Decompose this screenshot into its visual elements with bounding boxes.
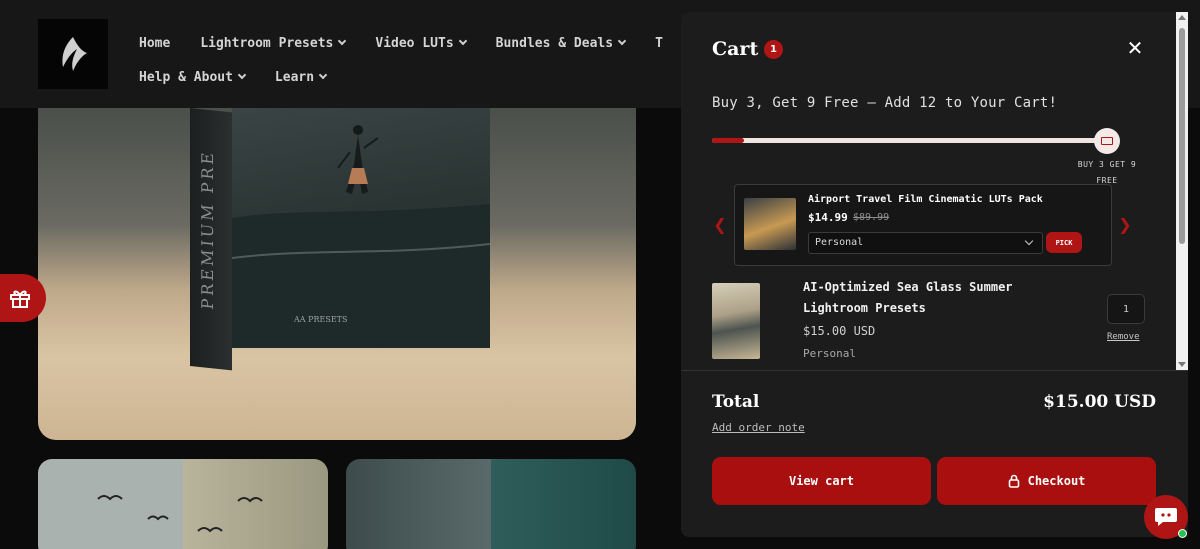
nav-item-help-about[interactable]: Help & About bbox=[139, 69, 247, 85]
nav-item-learn[interactable]: Learn bbox=[274, 69, 328, 85]
cart-title: Cart bbox=[712, 38, 759, 60]
nav-label: Bundles & Deals bbox=[495, 35, 614, 51]
chevron-down-icon bbox=[617, 36, 627, 46]
upsell-variant-value: Personal bbox=[815, 237, 864, 248]
main-nav: Home Lightroom Presets Video LUTs Bundle… bbox=[139, 26, 699, 94]
box-front: AA PRESETS bbox=[232, 108, 490, 348]
promo-progress-fill bbox=[712, 138, 744, 143]
nav-row-1: Home Lightroom Presets Video LUTs Bundle… bbox=[139, 26, 699, 60]
page: Home Lightroom Presets Video LUTs Bundle… bbox=[0, 0, 1200, 549]
chevron-down-icon bbox=[237, 70, 247, 80]
online-status-dot bbox=[1178, 529, 1187, 538]
pick-button[interactable]: PICK bbox=[1046, 232, 1082, 253]
nav-item-video-luts[interactable]: Video LUTs bbox=[375, 35, 467, 51]
thumbnail-sea-waves[interactable] bbox=[346, 459, 636, 549]
nav-row-2: Help & About Learn bbox=[139, 60, 699, 94]
upsell-compare-price: $89.99 bbox=[853, 212, 890, 223]
upsell-card: Airport Travel Film Cinematic LUTs Pack … bbox=[734, 184, 1112, 266]
wing-logo-icon bbox=[62, 37, 87, 71]
total-value: $15.00 USD bbox=[1043, 392, 1156, 412]
product-thumbnails bbox=[38, 459, 638, 549]
gift-badge[interactable] bbox=[0, 274, 46, 322]
scroll-down-arrow-icon[interactable] bbox=[1178, 362, 1186, 367]
woman-on-beach-illustration bbox=[232, 125, 490, 348]
nav-label: Home bbox=[139, 35, 171, 51]
chevron-right-icon[interactable]: ❯ bbox=[1118, 217, 1132, 233]
ticket-icon bbox=[1094, 128, 1120, 154]
nav-label: Video LUTs bbox=[375, 35, 454, 51]
promo-message: Buy 3, Get 9 Free – Add 12 to Your Cart! bbox=[712, 95, 1058, 111]
add-order-note-link[interactable]: Add order note bbox=[712, 421, 805, 434]
view-cart-label: View cart bbox=[788, 474, 855, 488]
nav-label: Help & About bbox=[139, 69, 233, 85]
box-brand: AA PRESETS bbox=[294, 315, 348, 324]
product-main-image[interactable]: PREMIUM PRE AA PRESETS bbox=[38, 108, 636, 440]
thumbnail-seagulls[interactable] bbox=[38, 459, 328, 549]
close-icon[interactable]: ✕ bbox=[1125, 38, 1145, 58]
quantity-input[interactable]: 1 bbox=[1107, 294, 1145, 324]
nav-item-truncated[interactable]: T bbox=[655, 36, 663, 51]
chevron-left-icon[interactable]: ❮ bbox=[713, 217, 727, 233]
nav-label: Lightroom Presets bbox=[200, 35, 334, 51]
cart-item-title[interactable]: AI-Optimized Sea Glass Summer Lightroom … bbox=[803, 277, 1063, 319]
cart-item-image[interactable] bbox=[712, 283, 760, 359]
scroll-up-arrow-icon[interactable] bbox=[1178, 15, 1186, 20]
upsell-variant-select[interactable]: Personal bbox=[808, 232, 1043, 254]
nav-item-bundles-deals[interactable]: Bundles & Deals bbox=[495, 35, 627, 51]
scrollbar-thumb[interactable] bbox=[1179, 28, 1185, 244]
product-box-render: PREMIUM PRE AA PRESETS bbox=[190, 108, 490, 371]
box-side: PREMIUM PRE bbox=[190, 108, 232, 371]
nav-item-lightroom-presets[interactable]: Lightroom Presets bbox=[200, 35, 347, 51]
lock-icon bbox=[1008, 474, 1019, 488]
cart-drawer: Cart 1 ✕ Buy 3, Get 9 Free – Add 12 to Y… bbox=[681, 12, 1188, 537]
nav-label: Learn bbox=[274, 69, 315, 85]
cart-count-badge: 1 bbox=[764, 40, 783, 59]
remove-link[interactable]: Remove bbox=[1107, 332, 1140, 342]
checkout-label: Checkout bbox=[1027, 474, 1086, 488]
gift-icon bbox=[10, 290, 30, 308]
upsell-price: $14.99 bbox=[808, 211, 848, 224]
checkout-button[interactable]: Checkout bbox=[937, 457, 1156, 505]
total-label: Total bbox=[712, 392, 760, 412]
cart-item-variant: Personal bbox=[803, 347, 856, 360]
chevron-down-icon bbox=[1024, 236, 1034, 246]
brand-logo[interactable] bbox=[38, 19, 108, 89]
divider bbox=[681, 370, 1188, 371]
promo-progress-bar bbox=[712, 138, 1106, 143]
upsell-product-image bbox=[744, 198, 796, 250]
cart-item-price: $15.00 USD bbox=[803, 324, 876, 338]
nav-item-home[interactable]: Home bbox=[139, 36, 170, 51]
chevron-down-icon bbox=[458, 36, 467, 46]
box-label: PREMIUM PRE bbox=[198, 148, 217, 311]
view-cart-button[interactable]: View cart bbox=[712, 457, 931, 505]
chevron-down-icon bbox=[318, 70, 328, 80]
seagulls-illustration bbox=[97, 495, 263, 533]
chat-bubble-icon bbox=[1155, 508, 1177, 526]
upsell-title: Airport Travel Film Cinematic LUTs Pack bbox=[808, 194, 1043, 205]
chevron-down-icon bbox=[338, 36, 347, 46]
nav-label: T bbox=[655, 35, 663, 51]
cart-scrollbar[interactable] bbox=[1176, 12, 1188, 370]
